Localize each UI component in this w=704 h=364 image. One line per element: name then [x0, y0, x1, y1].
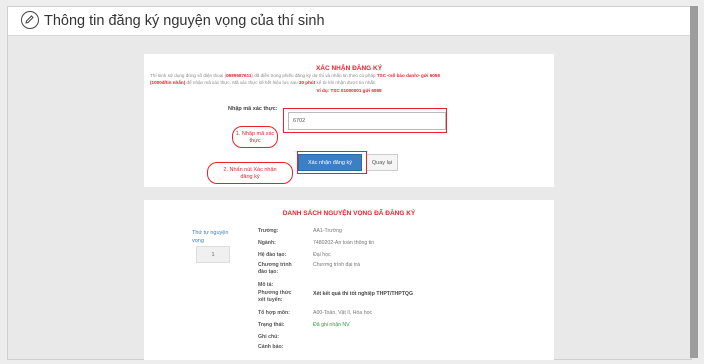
- row-label-notes: Ghi chú:: [258, 334, 280, 340]
- row-label-status: Trạng thái:: [258, 322, 285, 328]
- row-value-status: Đã ghi nhận NV: [313, 322, 350, 328]
- sms-instructions-2: (1000đ/tin nhắn) để nhận mã xác thực. Mã…: [150, 80, 376, 85]
- page-header: Thông tin đăng ký nguyện vọng của thí si…: [8, 7, 690, 36]
- sms-instructions: Thí sinh sử dụng đúng số điện thoại (098…: [150, 73, 440, 78]
- row-label-school: Trường:: [258, 228, 279, 234]
- row-value-subjects: A00-Toán, Vật lí, Hóa học: [313, 310, 373, 316]
- back-button[interactable]: Quay lại: [366, 154, 398, 171]
- order-value: 1: [196, 246, 230, 263]
- scrollbar[interactable]: [690, 6, 698, 358]
- row-label-subjects: Tổ hợp môn:: [258, 310, 290, 316]
- row-value-program: Chương trình đại trà: [313, 262, 360, 268]
- page-title: Thông tin đăng ký nguyện vọng của thí si…: [44, 13, 325, 29]
- confirm-title: XÁC NHẬN ĐĂNG KÝ: [315, 65, 383, 72]
- order-label: Thứ tự nguyện vọng: [192, 230, 229, 244]
- code-label: Nhập mã xác thực:: [228, 106, 278, 112]
- row-label-warning: Cảnh báo:: [258, 344, 284, 350]
- submit-button-highlight: [297, 151, 367, 174]
- row-label-description: Mô tả:: [258, 282, 274, 288]
- code-input-highlight: [283, 108, 447, 133]
- sms-syntax: TSC <số báo danh> gửi 6058: [376, 73, 440, 78]
- row-label-program: Chương trình đào tạo:: [258, 262, 292, 275]
- row-label-method: Phương thức xét tuyển:: [258, 290, 292, 303]
- row-value-level: Đại học: [313, 252, 331, 258]
- callout-step-1: 1. Nhập mã xác thực: [232, 126, 278, 148]
- wishes-card: DANH SÁCH NGUYỆN VỌNG ĐÃ ĐĂNG KÝ Thứ tự …: [144, 200, 554, 360]
- edit-icon: [21, 11, 39, 29]
- expire-time: 30 phút: [298, 80, 316, 85]
- row-label-level: Hệ đào tạo:: [258, 252, 287, 258]
- row-label-major: Ngành:: [258, 240, 276, 246]
- row-value-method: Xét kết quả thi tốt nghiệp THPT/THPTQG: [313, 291, 414, 297]
- row-value-major: 7480202-An toàn thông tin: [313, 240, 375, 246]
- callout-step-2: 2. Nhấn nút Xác nhận đăng ký: [207, 162, 293, 184]
- wishes-title: DANH SÁCH NGUYỆN VỌNG ĐÃ ĐĂNG KÝ: [282, 210, 416, 217]
- row-value-school: AA1-Trường: [313, 228, 342, 234]
- sms-example: Ví dụ: TSC 01000001 gửi 6058: [316, 88, 382, 93]
- phone-number: 0989587611: [226, 73, 252, 78]
